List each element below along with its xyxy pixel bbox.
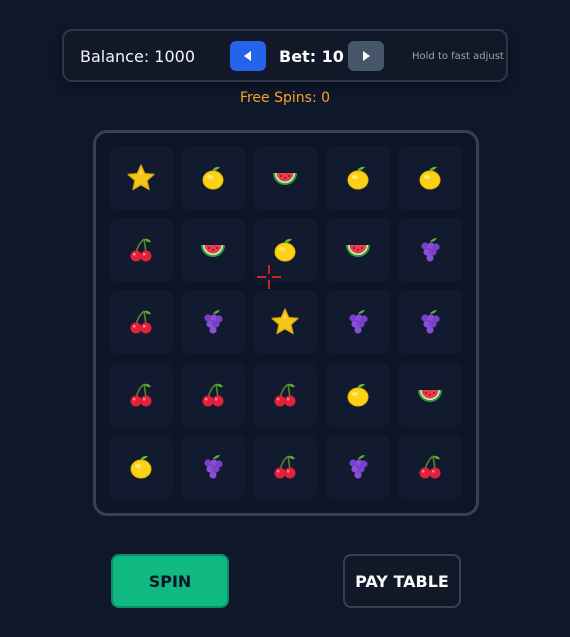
- reel-cell: [325, 290, 390, 355]
- reel-cell: [253, 362, 318, 427]
- reel-cell: [253, 290, 318, 355]
- pay-table-button[interactable]: PAY TABLE: [343, 554, 461, 608]
- balance-display: Balance: 1000: [80, 47, 196, 66]
- free-spins-counter: Free Spins: 0: [239, 90, 331, 106]
- reel-cell: [181, 290, 246, 355]
- cherry-icon: [270, 452, 300, 482]
- reel-cell: [397, 290, 462, 355]
- reel-cell: [397, 218, 462, 283]
- reel-cell: [325, 218, 390, 283]
- watermelon-icon: [270, 163, 300, 193]
- reels-board: [93, 130, 479, 516]
- grapes-icon: [198, 452, 228, 482]
- triangle-left-icon: [244, 51, 251, 61]
- reel-cell: [109, 146, 173, 210]
- reel-cell: [181, 146, 246, 210]
- star-icon: [270, 307, 300, 337]
- watermelon-icon: [343, 235, 373, 265]
- reel-cell: [325, 434, 390, 499]
- cherry-icon: [198, 380, 228, 410]
- reel-cell: [109, 434, 173, 499]
- decrease-bet-button[interactable]: [230, 41, 266, 71]
- grapes-icon: [198, 307, 228, 337]
- reel-cell: [253, 218, 318, 283]
- reel-cell: [181, 434, 246, 499]
- spin-button[interactable]: SPIN: [111, 554, 229, 608]
- reel-cell: [253, 146, 318, 210]
- grapes-icon: [415, 307, 445, 337]
- grapes-icon: [415, 235, 445, 265]
- lemon-icon: [270, 235, 300, 265]
- lemon-icon: [415, 163, 445, 193]
- watermelon-icon: [415, 380, 445, 410]
- star-icon: [126, 163, 156, 193]
- reel-cell: [181, 362, 246, 427]
- reel-cell: [109, 218, 173, 283]
- fast-adjust-hint: Hold to fast adjust: [412, 51, 504, 62]
- grapes-icon: [343, 452, 373, 482]
- cherry-icon: [126, 307, 156, 337]
- lemon-icon: [126, 452, 156, 482]
- control-bar: Balance: 1000 Bet: 10 Hold to fast adjus…: [62, 29, 508, 82]
- cherry-icon: [270, 380, 300, 410]
- reel-cell: [397, 434, 462, 499]
- cherry-icon: [126, 235, 156, 265]
- grapes-icon: [343, 307, 373, 337]
- triangle-right-icon: [363, 51, 370, 61]
- increase-bet-button[interactable]: [348, 41, 384, 71]
- watermelon-icon: [198, 235, 228, 265]
- lemon-icon: [198, 163, 228, 193]
- reel-cell: [397, 146, 462, 210]
- lemon-icon: [343, 163, 373, 193]
- reel-cell: [109, 290, 173, 355]
- cherry-icon: [126, 380, 156, 410]
- reel-cell: [325, 146, 390, 210]
- cherry-icon: [415, 452, 445, 482]
- lemon-icon: [343, 380, 373, 410]
- bet-display: Bet: 10: [279, 47, 344, 66]
- reel-cell: [181, 218, 246, 283]
- reel-cell: [109, 362, 173, 427]
- reel-cell: [397, 362, 462, 427]
- reel-cell: [325, 362, 390, 427]
- reel-cell: [253, 434, 318, 499]
